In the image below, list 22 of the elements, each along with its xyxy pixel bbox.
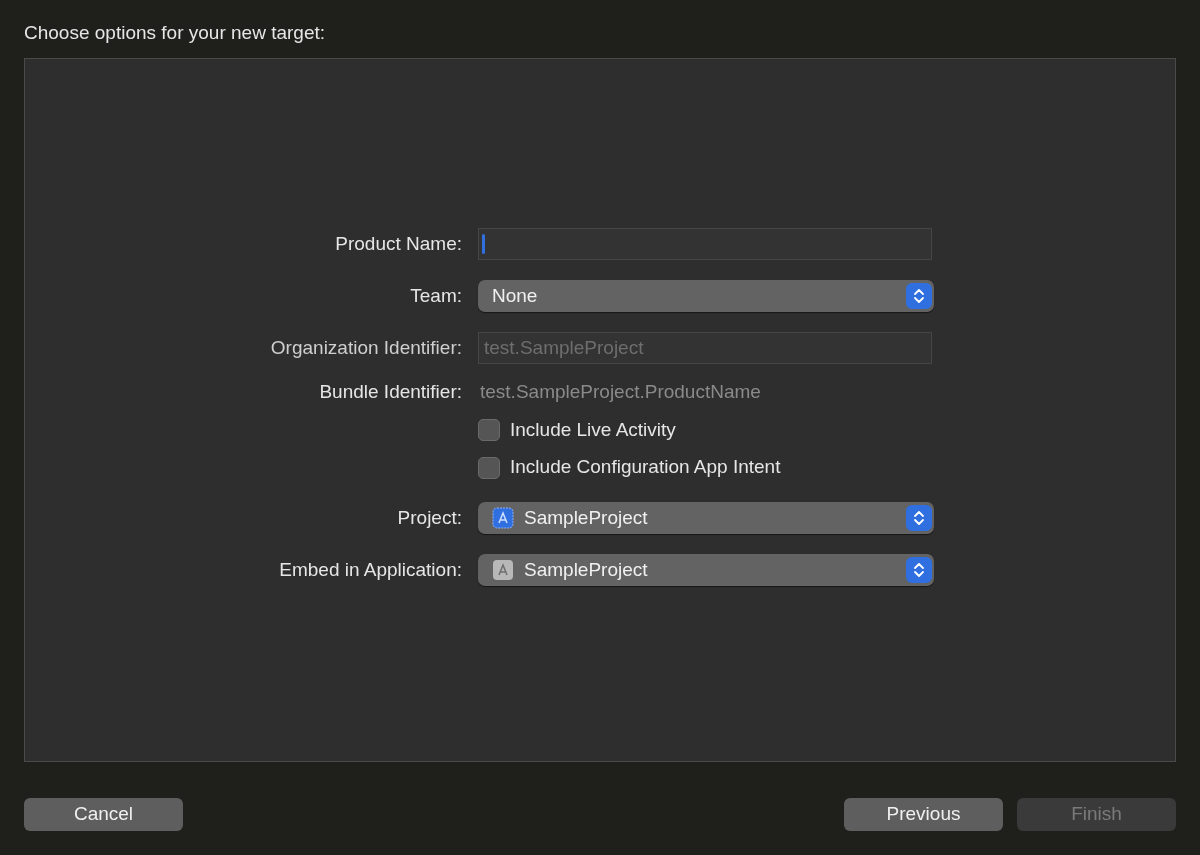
stepper-icon xyxy=(906,504,932,531)
popup-button[interactable]: None xyxy=(478,280,934,313)
field-label: Organization Identifier: xyxy=(270,337,462,358)
bundle-identifier-value: test.SampleProject.ProductName xyxy=(479,380,761,405)
field-label: Embed in Application: xyxy=(279,558,462,580)
checkbox-label: Include Configuration App Intent xyxy=(510,455,781,480)
field-label: Bundle Identifier: xyxy=(319,381,462,403)
dialog-heading: Choose options for your new target: xyxy=(24,22,325,43)
stepper-icon xyxy=(906,283,932,310)
field-label: Product Name: xyxy=(335,233,462,254)
dialog-button[interactable]: Cancel xyxy=(24,798,183,831)
field-label: Team: xyxy=(410,285,462,306)
field-label: Project: xyxy=(397,506,462,528)
popup-button[interactable]: SampleProject xyxy=(478,501,934,534)
project-icon xyxy=(492,506,514,529)
checkbox[interactable] xyxy=(478,456,500,479)
stepper-icon xyxy=(906,556,932,583)
checkbox-label: Include Live Activity xyxy=(510,417,676,442)
popup-button[interactable]: SampleProject xyxy=(478,553,934,586)
dialog-button[interactable]: Previous xyxy=(844,798,1003,831)
checkbox[interactable] xyxy=(478,419,500,441)
app-icon xyxy=(492,558,514,581)
